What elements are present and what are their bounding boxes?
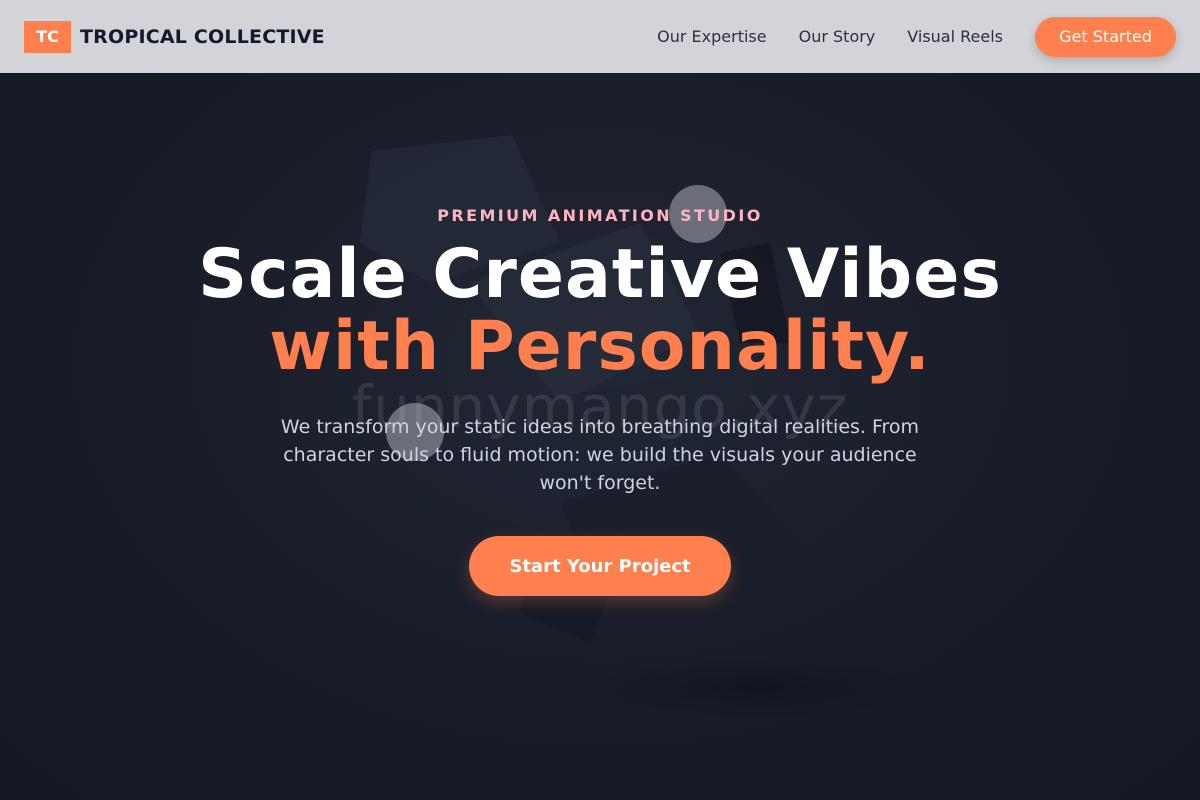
nav-link-our-expertise[interactable]: Our Expertise	[657, 27, 766, 46]
hero-section: funnymango.xyz PREMIUM ANIMATION STUDIO …	[0, 73, 1200, 800]
brand-name: TROPICAL COLLECTIVE	[80, 25, 325, 48]
brand[interactable]: TC TROPICAL COLLECTIVE	[24, 20, 325, 53]
nav-link-our-story[interactable]: Our Story	[799, 27, 876, 46]
headline-line-2: with Personality.	[269, 307, 931, 386]
hero-eyebrow: PREMIUM ANIMATION STUDIO	[437, 206, 763, 225]
main-nav: Our Expertise Our Story Visual Reels Get…	[657, 16, 1176, 57]
ground-shadow	[590, 658, 930, 718]
start-project-button[interactable]: Start Your Project	[469, 536, 731, 596]
hero-headline: Scale Creative Vibes with Personality.	[0, 239, 1200, 383]
logo-badge: TC	[24, 20, 71, 53]
top-navbar: TC TROPICAL COLLECTIVE Our Expertise Our…	[0, 0, 1200, 73]
hero-subtext: We transform your static ideas into brea…	[280, 416, 920, 494]
headline-line-1: Scale Creative Vibes	[198, 235, 1002, 314]
nav-link-visual-reels[interactable]: Visual Reels	[907, 27, 1003, 46]
get-started-button[interactable]: Get Started	[1035, 16, 1176, 57]
